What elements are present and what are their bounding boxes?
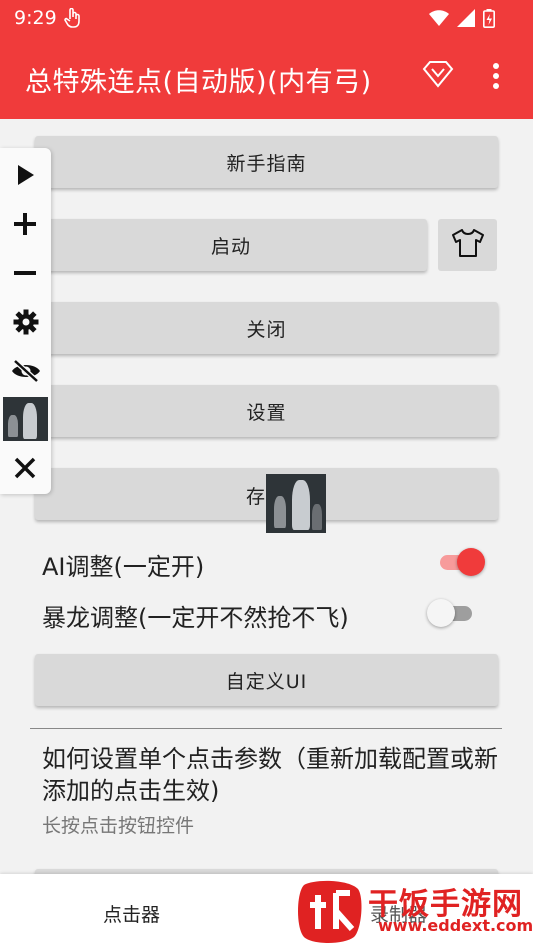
custom-ui-button[interactable]: 自定义UI [35, 654, 498, 706]
shirt-button[interactable] [438, 219, 497, 271]
status-time: 9:29 [14, 7, 57, 29]
ai-adjust-label: AI调整(一定开) [42, 553, 205, 581]
settings-button[interactable]: 设置 [35, 385, 498, 437]
watermark-url: www.eddext.com [378, 916, 533, 935]
play-icon[interactable] [16, 164, 36, 190]
floating-thumbnail-image[interactable] [266, 474, 326, 533]
dragon-adjust-switch[interactable] [426, 598, 476, 628]
plus-icon[interactable] [13, 212, 37, 240]
switch-knob [427, 599, 455, 627]
floating-toolbar [0, 148, 51, 494]
wifi-icon [429, 9, 449, 32]
minus-icon[interactable] [13, 261, 37, 289]
battery-icon [483, 9, 495, 32]
start-button[interactable]: 启动 [35, 219, 427, 271]
watermark-emblem [298, 880, 362, 943]
more-options-icon[interactable] [492, 62, 500, 94]
watermark-logo: 干饭手游网 www.eddext.com [296, 874, 533, 947]
thumbnail-image[interactable] [3, 397, 48, 441]
save-label: 存 [246, 486, 267, 508]
signal-icon [457, 9, 475, 32]
ai-adjust-switch[interactable] [438, 547, 488, 577]
gear-icon[interactable] [13, 309, 39, 339]
diamond-icon[interactable] [422, 60, 454, 92]
divider [30, 728, 502, 729]
switch-knob [457, 548, 485, 576]
touch-hand-icon [64, 7, 80, 33]
guide-button[interactable]: 新手指南 [35, 136, 498, 188]
status-bar: 9:29 [0, 0, 533, 36]
close-icon[interactable] [14, 457, 36, 483]
shirt-icon [451, 228, 485, 262]
help-subtitle: 长按点击按钮控件 [42, 815, 195, 837]
eye-hidden-icon[interactable] [11, 359, 41, 387]
tab-clicker[interactable]: 点击器 [103, 900, 160, 927]
page-title: 总特殊连点(自动版)(内有弓) [25, 67, 372, 98]
help-title[interactable]: 如何设置单个点击参数（重新加载配置或新添加的点击生效) [42, 743, 502, 807]
app-bar: 总特殊连点(自动版)(内有弓) [0, 36, 533, 119]
dragon-adjust-label: 暴龙调整(一定开不然抢不飞) [42, 604, 349, 632]
close-button[interactable]: 关闭 [35, 302, 498, 354]
